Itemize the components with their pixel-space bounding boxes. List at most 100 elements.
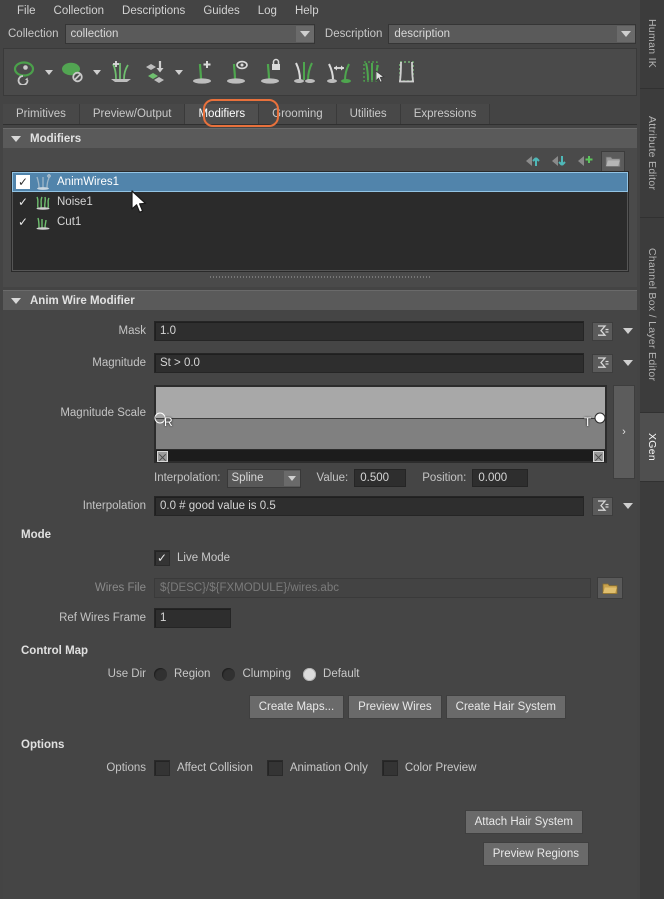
mask-expression-icon[interactable] <box>592 322 613 341</box>
list-item[interactable]: ✓ Cut1 <box>12 212 628 232</box>
create-hair-system-button[interactable]: Create Hair System <box>446 695 566 719</box>
collapse-triangle-icon[interactable] <box>11 298 21 304</box>
tab-preview-output[interactable]: Preview/Output <box>80 104 186 124</box>
preview-refresh-dropdown[interactable] <box>42 53 56 91</box>
menu-item-guides[interactable]: Guides <box>194 3 248 20</box>
magnitude-expression-icon[interactable] <box>592 354 613 373</box>
ramp-marker-end[interactable] <box>593 451 604 462</box>
affect-collision-checkbox[interactable] <box>154 760 170 776</box>
collection-bar: Collection collection Description descri… <box>0 22 640 46</box>
radio-region[interactable] <box>154 668 167 681</box>
add-guide-icon[interactable] <box>186 53 220 91</box>
mirror-guides-icon[interactable] <box>288 53 322 91</box>
wires-file-browse-icon[interactable] <box>597 577 623 599</box>
vtab-xgen[interactable]: XGen <box>640 413 664 482</box>
radio-clumping[interactable] <box>222 668 235 681</box>
modifiers-frame-header[interactable]: Modifiers <box>3 128 637 148</box>
modifiers-list[interactable]: ✓ AnimWires1 ✓ <box>11 171 629 272</box>
color-preview-checkbox[interactable] <box>382 760 398 776</box>
vtab-spacer <box>640 482 664 899</box>
flip-guides-icon[interactable] <box>322 53 356 91</box>
options-section-title: Options <box>3 739 637 751</box>
ramp-value-input[interactable]: 0.500 <box>354 469 406 487</box>
anim-wire-frame-title: Anim Wire Modifier <box>30 295 135 307</box>
chevron-down-icon[interactable] <box>296 26 314 42</box>
menu-item-descriptions[interactable]: Descriptions <box>113 3 194 20</box>
chevron-down-icon[interactable] <box>617 26 635 42</box>
modifiers-panel: ✓ AnimWires1 ✓ <box>3 148 637 287</box>
ramp-position-input[interactable]: 0.000 <box>472 469 528 487</box>
live-mode-label: Live Mode <box>177 552 230 564</box>
interpolation-expression-icon[interactable] <box>592 497 613 516</box>
ramp-box[interactable]: R T <box>154 385 607 463</box>
preview-refresh-icon[interactable] <box>8 53 42 91</box>
place-primitives-dropdown[interactable] <box>172 53 186 91</box>
list-item-label: Cut1 <box>57 216 81 228</box>
collapse-triangle-icon[interactable] <box>11 136 21 142</box>
interpolation-select-value: Spline <box>228 472 284 484</box>
interpolation-dropdown-icon[interactable] <box>619 498 637 515</box>
menu-item-help[interactable]: Help <box>286 3 328 20</box>
description-dropdown[interactable]: description <box>388 24 636 44</box>
modifier-checkbox[interactable]: ✓ <box>16 195 30 209</box>
radio-default[interactable] <box>303 668 316 681</box>
list-item[interactable]: ✓ AnimWires1 <box>12 172 628 192</box>
modifier-checkbox[interactable]: ✓ <box>16 175 30 189</box>
panel-resize-handle[interactable] <box>11 273 629 281</box>
ramp-marker-start[interactable] <box>157 451 168 462</box>
region-box-icon[interactable] <box>390 53 424 91</box>
preview-regions-button[interactable]: Preview Regions <box>483 842 589 866</box>
vtab-attribute-editor[interactable]: Attribute Editor <box>640 89 664 218</box>
preview-disable-dropdown[interactable] <box>90 53 104 91</box>
ramp-expand-button[interactable]: › <box>613 385 635 479</box>
wires-file-input[interactable]: ${DESC}/${FXMODULE}/wires.abc <box>154 578 591 598</box>
tab-expressions[interactable]: Expressions <box>401 104 491 124</box>
preview-wires-button[interactable]: Preview Wires <box>348 695 441 719</box>
mode-section-title: Mode <box>3 529 637 541</box>
tab-grooming[interactable]: Grooming <box>259 104 337 124</box>
live-mode-row: ✓ Live Mode <box>3 547 637 569</box>
affect-collision-label: Affect Collision <box>177 762 253 774</box>
modifier-checkbox[interactable]: ✓ <box>16 215 30 229</box>
collection-dropdown[interactable]: collection <box>65 24 315 44</box>
vtab-human-ik[interactable]: Human IK <box>640 0 664 89</box>
list-item-label: Noise1 <box>57 196 93 208</box>
anim-wire-body: Mask 1.0 Magnitude St > 0.0 <box>3 310 637 899</box>
add-guides-icon[interactable] <box>104 53 138 91</box>
create-maps-button[interactable]: Create Maps... <box>249 695 344 719</box>
vtab-channel-box-layer-editor[interactable]: Channel Box / Layer Editor <box>640 218 664 413</box>
chevron-down-icon[interactable] <box>284 471 300 486</box>
mask-input[interactable]: 1.0 <box>154 321 584 341</box>
ramp-marker-strip[interactable] <box>156 449 605 461</box>
use-dir-row: Use Dir Region Clumping Default <box>3 663 637 685</box>
ramp-knob-right[interactable] <box>595 413 606 424</box>
interpolation-select[interactable]: Spline <box>227 469 301 488</box>
menu-item-collection[interactable]: Collection <box>45 3 114 20</box>
options-row-label: Options <box>3 762 154 774</box>
add-modifier-icon[interactable] <box>575 153 595 170</box>
menu-item-log[interactable]: Log <box>249 3 286 20</box>
live-mode-checkbox[interactable]: ✓ <box>154 550 170 566</box>
lock-guide-icon[interactable] <box>254 53 288 91</box>
magnitude-dropdown-icon[interactable] <box>619 355 637 372</box>
list-item[interactable]: ✓ Noise1 <box>12 192 628 212</box>
anim-wire-frame-header[interactable]: Anim Wire Modifier <box>3 290 637 310</box>
select-region-icon[interactable] <box>356 53 390 91</box>
open-folder-icon[interactable] <box>601 151 625 172</box>
mask-dropdown-icon[interactable] <box>619 323 637 340</box>
ref-wires-frame-input[interactable]: 1 <box>154 608 231 628</box>
tab-utilities[interactable]: Utilities <box>337 104 401 124</box>
tab-modifiers[interactable]: Modifiers <box>185 104 259 124</box>
attach-hair-system-button[interactable]: Attach Hair System <box>465 810 583 834</box>
tab-primitives[interactable]: Primitives <box>3 104 80 124</box>
ramp-canvas[interactable]: R T <box>156 387 605 449</box>
place-primitives-icon[interactable] <box>138 53 172 91</box>
interpolation-input[interactable]: 0.0 # good value is 0.5 <box>154 496 584 516</box>
preview-disable-icon[interactable] <box>56 53 90 91</box>
magnitude-input[interactable]: St > 0.0 <box>154 353 584 373</box>
animation-only-checkbox[interactable] <box>267 760 283 776</box>
move-down-icon[interactable] <box>549 153 569 170</box>
menu-item-file[interactable]: File <box>8 3 45 20</box>
move-up-icon[interactable] <box>523 153 543 170</box>
show-guide-icon[interactable] <box>220 53 254 91</box>
